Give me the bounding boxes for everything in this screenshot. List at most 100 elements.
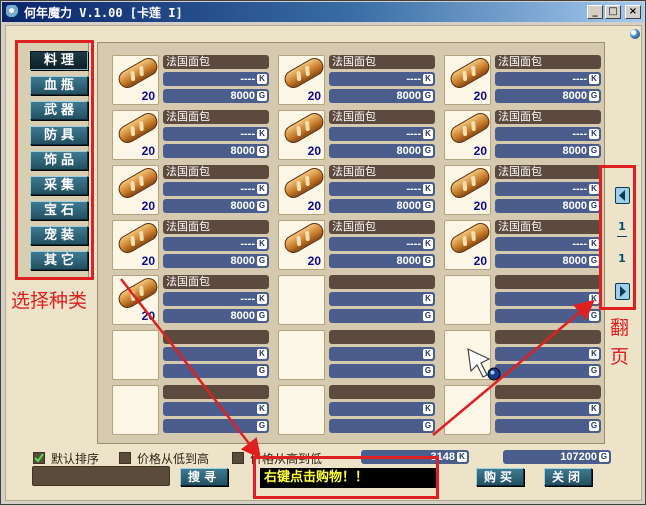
item-stock-unit: K xyxy=(423,404,433,414)
choose-category-annotation: 选择种类 xyxy=(11,290,88,312)
item-thumbnail[interactable]: 20 xyxy=(112,219,161,270)
sort-low-high-label: 价格从低到高 xyxy=(137,452,210,466)
item-stock: ---- K xyxy=(329,237,435,251)
item-price-unit: G xyxy=(589,366,599,376)
item-thumbnail[interactable] xyxy=(112,330,159,380)
item-quantity: 20 xyxy=(141,199,155,213)
item-price: 8000 G xyxy=(329,254,435,268)
item-stock-unit: K xyxy=(589,129,599,139)
item-price: G xyxy=(329,309,435,323)
item-slot[interactable]: 20 法国面包 ---- K 8000 G xyxy=(278,109,441,160)
item-quantity: 20 xyxy=(307,144,321,158)
item-slot[interactable]: 20 法国面包 ---- K 8000 G xyxy=(444,109,607,160)
item-price: 8000 G xyxy=(329,199,435,213)
item-name: 法国面包 xyxy=(329,220,435,234)
item-slot[interactable]: 20 法国面包 ---- K 8000 G xyxy=(278,164,441,215)
item-slot[interactable]: KG xyxy=(278,385,441,435)
item-thumbnail[interactable]: 20 xyxy=(444,54,493,105)
title-bar[interactable]: 何年魔力 V.1.00 [卡莲 I] _ □ × xyxy=(2,2,644,22)
item-thumbnail[interactable]: 20 xyxy=(278,164,327,215)
minimize-button[interactable]: _ xyxy=(587,5,603,19)
category-highlight-box xyxy=(15,40,94,280)
item-price-unit: G xyxy=(257,91,267,101)
sort-default-checkbox[interactable] xyxy=(33,452,45,464)
item-slot[interactable]: 20 法国面包 ---- K 8000 G xyxy=(112,54,275,105)
item-stock-value: ---- xyxy=(572,238,587,250)
item-quantity: 20 xyxy=(141,254,155,268)
item-price-unit: G xyxy=(257,201,267,211)
item-price-value: 8000 xyxy=(562,145,587,157)
search-input[interactable] xyxy=(32,466,170,486)
item-slot[interactable]: KG xyxy=(112,385,275,435)
item-price: 8000 G xyxy=(163,144,269,158)
item-stock-unit: K xyxy=(257,404,267,414)
item-thumbnail[interactable] xyxy=(278,275,325,325)
close-window-button[interactable]: × xyxy=(625,5,641,19)
item-thumbnail[interactable]: 20 xyxy=(278,54,327,105)
item-stock: K xyxy=(329,347,435,361)
buy-button[interactable]: 购买 xyxy=(476,468,524,486)
bread-icon xyxy=(115,54,161,92)
item-thumbnail[interactable]: 20 xyxy=(112,109,161,160)
item-price-unit: G xyxy=(589,146,599,156)
item-thumbnail[interactable]: 20 xyxy=(444,164,493,215)
item-stock: K xyxy=(495,347,601,361)
item-slot[interactable]: 20 法国面包 ---- K 8000 G xyxy=(444,219,607,270)
item-thumbnail[interactable] xyxy=(278,385,325,435)
item-grid: 20 法国面包 ---- K 8000 G 20 法国面包 ---- K 8000 G 20 法国面包… xyxy=(97,42,605,444)
bread-icon xyxy=(115,164,161,202)
item-slot[interactable]: KG xyxy=(444,275,607,325)
item-stock-value: ---- xyxy=(572,183,587,195)
window-controls: _ □ × xyxy=(587,5,641,19)
item-stock-value: ---- xyxy=(406,73,421,85)
item-stock-unit: K xyxy=(257,184,267,194)
item-slot[interactable]: KG xyxy=(278,275,441,325)
item-thumbnail[interactable] xyxy=(444,385,491,435)
sort-low-high-checkbox[interactable] xyxy=(119,452,131,464)
item-stock-unit: K xyxy=(423,349,433,359)
item-slot[interactable]: KG xyxy=(444,385,607,435)
sort-high-low-checkbox[interactable] xyxy=(232,452,244,464)
item-price-unit: G xyxy=(589,256,599,266)
item-thumbnail[interactable]: 20 xyxy=(112,54,161,105)
item-thumbnail[interactable] xyxy=(278,330,325,380)
close-button[interactable]: 关闭 xyxy=(544,468,592,486)
item-slot[interactable]: KG xyxy=(112,330,275,380)
item-stock: ---- K xyxy=(163,72,269,86)
item-quantity: 20 xyxy=(141,309,155,323)
item-slot[interactable]: 20 法国面包 ---- K 8000 G xyxy=(278,54,441,105)
bread-icon xyxy=(447,219,493,257)
item-slot[interactable]: 20 法国面包 ---- K 8000 G xyxy=(112,274,275,325)
item-slot[interactable]: 20 法国面包 ---- K 8000 G xyxy=(444,164,607,215)
item-thumbnail[interactable]: 20 xyxy=(444,219,493,270)
bread-icon xyxy=(281,109,327,147)
item-stock-value: ---- xyxy=(240,183,255,195)
item-stock-unit: K xyxy=(589,184,599,194)
item-slot[interactable]: 20 法国面包 ---- K 8000 G xyxy=(112,109,275,160)
item-stock: ---- K xyxy=(329,127,435,141)
item-name: 法国面包 xyxy=(495,110,601,124)
item-thumbnail[interactable]: 20 xyxy=(112,164,161,215)
item-slot[interactable]: 20 法国面包 ---- K 8000 G xyxy=(112,219,275,270)
item-slot[interactable]: 20 法国面包 ---- K 8000 G xyxy=(444,54,607,105)
item-slot[interactable]: 20 法国面包 ---- K 8000 G xyxy=(112,164,275,215)
item-stock-value: ---- xyxy=(240,293,255,305)
item-thumbnail[interactable]: 20 xyxy=(444,109,493,160)
item-thumbnail[interactable]: 20 xyxy=(278,109,327,160)
item-stock-unit: K xyxy=(257,129,267,139)
item-price-value: 8000 xyxy=(230,200,255,212)
item-price-value: 8000 xyxy=(562,90,587,102)
item-slot[interactable]: KG xyxy=(278,330,441,380)
gold-total-value: 107200 xyxy=(560,451,597,463)
item-stock: K xyxy=(495,402,601,416)
item-thumbnail[interactable] xyxy=(112,385,159,435)
item-price-value: 8000 xyxy=(396,200,421,212)
item-stock-unit: K xyxy=(257,349,267,359)
search-button[interactable]: 搜寻 xyxy=(180,468,228,486)
item-price-unit: G xyxy=(257,146,267,156)
item-slot[interactable]: 20 法国面包 ---- K 8000 G xyxy=(278,219,441,270)
item-thumbnail[interactable] xyxy=(444,275,491,325)
item-thumbnail[interactable]: 20 xyxy=(278,219,327,270)
maximize-button[interactable]: □ xyxy=(605,5,621,19)
item-thumbnail[interactable]: 20 xyxy=(112,274,161,325)
